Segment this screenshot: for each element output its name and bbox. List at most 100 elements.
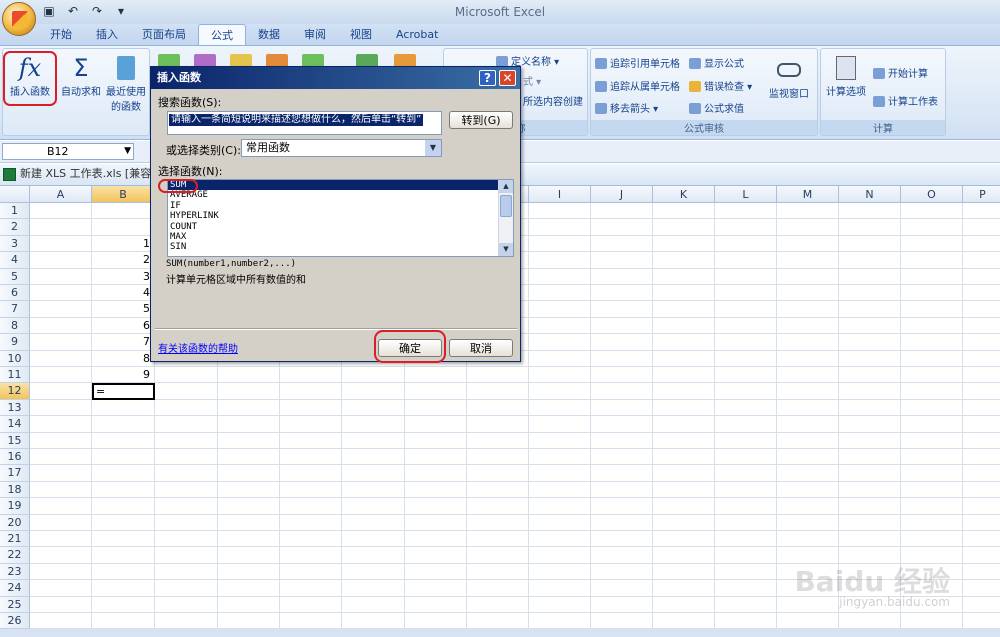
cell[interactable]: [30, 301, 92, 318]
column-header-m[interactable]: M: [777, 186, 839, 203]
row-header-24[interactable]: 24: [0, 580, 30, 597]
column-header-o[interactable]: O: [901, 186, 963, 203]
cell[interactable]: [963, 236, 1000, 253]
trace-precedents-button[interactable]: 追踪引用单元格: [595, 55, 680, 70]
cell[interactable]: [529, 481, 591, 499]
cell[interactable]: [653, 465, 715, 482]
cell[interactable]: [901, 416, 963, 433]
column-header-l[interactable]: L: [715, 186, 777, 203]
cell[interactable]: [405, 531, 467, 548]
tab-review[interactable]: 审阅: [292, 24, 338, 45]
cell[interactable]: [155, 449, 218, 466]
cell[interactable]: [715, 219, 777, 236]
autosum-button[interactable]: Σ 自动求和: [59, 53, 103, 98]
cell[interactable]: [155, 514, 218, 531]
cell[interactable]: [155, 432, 218, 449]
cell[interactable]: [591, 317, 653, 335]
select-all-corner[interactable]: [0, 186, 30, 203]
cell[interactable]: [715, 285, 777, 302]
function-item-max[interactable]: MAX: [168, 232, 513, 242]
cell[interactable]: [653, 317, 715, 335]
active-cell-b12[interactable]: =: [92, 383, 155, 400]
cell[interactable]: [155, 613, 218, 630]
cell[interactable]: [529, 531, 591, 548]
function-item-sin[interactable]: SIN: [168, 242, 513, 252]
cell[interactable]: [839, 531, 901, 548]
cancel-button[interactable]: 取消: [449, 339, 513, 357]
cell[interactable]: [963, 547, 1000, 564]
cell[interactable]: [653, 416, 715, 433]
function-item-hyperlink[interactable]: HYPERLINK: [168, 211, 513, 221]
cell[interactable]: [342, 383, 405, 400]
cell[interactable]: [467, 514, 529, 531]
cell[interactable]: [653, 367, 715, 384]
cell[interactable]: [591, 547, 653, 564]
column-header-b[interactable]: B: [92, 186, 155, 203]
cell[interactable]: [591, 449, 653, 466]
cell[interactable]: [777, 449, 839, 466]
cell[interactable]: [963, 498, 1000, 515]
cell[interactable]: [280, 399, 342, 417]
cell[interactable]: [591, 596, 653, 613]
cell-b5[interactable]: 3: [92, 268, 155, 285]
cell[interactable]: [92, 580, 155, 597]
cell[interactable]: [963, 531, 1000, 548]
cell[interactable]: [591, 383, 653, 400]
cell[interactable]: [777, 235, 839, 253]
cell[interactable]: [30, 481, 92, 499]
cell[interactable]: [405, 613, 467, 630]
cell[interactable]: [30, 498, 92, 515]
cell[interactable]: [218, 399, 280, 417]
cell[interactable]: [529, 203, 591, 220]
cell[interactable]: [467, 465, 529, 482]
cell[interactable]: [715, 252, 777, 269]
cell[interactable]: [839, 399, 901, 417]
cell[interactable]: [777, 268, 839, 285]
cell[interactable]: [715, 383, 777, 400]
cell[interactable]: [529, 498, 591, 515]
cell[interactable]: [591, 219, 653, 236]
cell[interactable]: [155, 596, 218, 613]
cell[interactable]: [467, 449, 529, 466]
cell[interactable]: [901, 367, 963, 384]
cell[interactable]: [280, 498, 342, 515]
cell[interactable]: [963, 285, 1000, 302]
cell[interactable]: [963, 433, 1000, 449]
cell[interactable]: [901, 252, 963, 269]
cell[interactable]: [529, 547, 591, 564]
tab-page-layout[interactable]: 页面布局: [130, 24, 198, 45]
cell[interactable]: [218, 498, 280, 515]
row-header-7[interactable]: 7: [0, 301, 30, 318]
cell[interactable]: [715, 416, 777, 433]
cell[interactable]: [405, 498, 467, 515]
function-list[interactable]: SUM AVERAGE IF HYPERLINK COUNT MAX SIN ▲…: [167, 179, 514, 257]
cell[interactable]: [405, 416, 467, 433]
cell[interactable]: [467, 399, 529, 417]
cell[interactable]: [30, 383, 92, 400]
cell[interactable]: [92, 531, 155, 548]
cell[interactable]: [591, 350, 653, 367]
cell[interactable]: [963, 482, 1000, 499]
cell[interactable]: [529, 235, 591, 253]
cell[interactable]: [777, 252, 839, 269]
row-header-20[interactable]: 20: [0, 514, 30, 531]
cell-b6[interactable]: 4: [92, 285, 155, 302]
cell[interactable]: [30, 235, 92, 253]
cell[interactable]: [901, 498, 963, 515]
tab-home[interactable]: 开始: [38, 24, 84, 45]
cell[interactable]: [405, 481, 467, 499]
chevron-down-icon[interactable]: ▼: [425, 140, 441, 156]
cell[interactable]: [30, 252, 92, 269]
cell[interactable]: [963, 597, 1000, 613]
cell[interactable]: [715, 334, 777, 351]
cell[interactable]: [653, 268, 715, 285]
cell[interactable]: [342, 547, 405, 564]
cell[interactable]: [218, 547, 280, 564]
cell[interactable]: [342, 563, 405, 581]
cell[interactable]: [467, 596, 529, 613]
cell[interactable]: [280, 432, 342, 449]
office-button[interactable]: [2, 2, 36, 36]
cell[interactable]: [901, 219, 963, 236]
cell[interactable]: [901, 531, 963, 548]
cell[interactable]: [529, 268, 591, 285]
